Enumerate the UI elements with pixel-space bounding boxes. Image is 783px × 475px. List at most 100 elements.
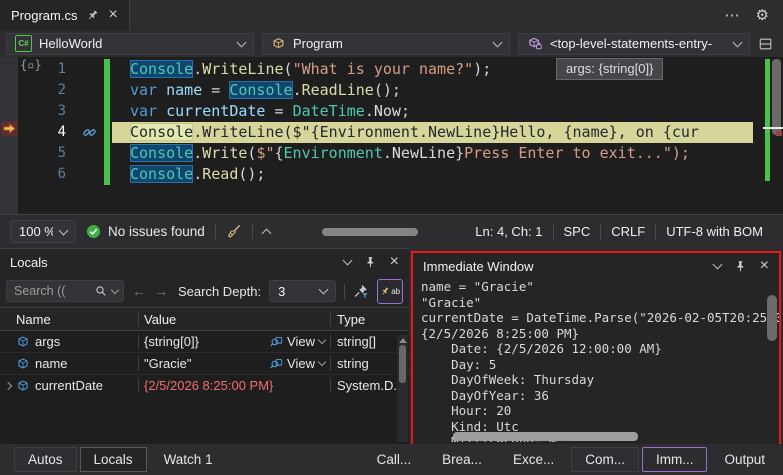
pin-icon[interactable]	[364, 256, 377, 269]
type-dropdown[interactable]: Program	[261, 32, 510, 55]
chevron-down-icon	[318, 284, 329, 295]
close-icon[interactable]: ×	[390, 253, 399, 271]
pin-filter-icon[interactable]	[353, 283, 369, 299]
code-line-1[interactable]: 1 Console.WriteLine("What is your name?")…	[0, 59, 783, 80]
scrollbar-up-arrow[interactable]	[398, 338, 407, 343]
editor-horizontal-scrollbar[interactable]	[322, 228, 418, 236]
window-menu-chevron-icon[interactable]	[712, 259, 723, 270]
variable-icon	[16, 357, 35, 370]
panel-tab-imm[interactable]: Imm...	[641, 447, 708, 472]
immediate-horizontal-scrollbar[interactable]	[453, 432, 638, 441]
locals-title: Locals	[10, 254, 48, 270]
caret-position[interactable]: Ln: 4, Ch: 1	[465, 224, 552, 239]
immediate-vertical-scrollbar[interactable]	[767, 295, 777, 341]
column-header-value[interactable]: Value	[138, 311, 330, 327]
code-editor[interactable]: {▫} 1 Console.WriteLine("What is your nam…	[0, 57, 783, 214]
locals-grid-header[interactable]: Name Value Type	[0, 307, 409, 331]
code-line-5[interactable]: 5 Console.Write($"{Environment.NewLine}Pr…	[0, 143, 783, 164]
scrollbar-thumb[interactable]	[772, 59, 781, 135]
immediate-line: DayOfWeek: Thursday	[421, 372, 595, 387]
locals-empty-area	[0, 394, 409, 444]
immediate-output[interactable]: name = "Gracie" "Gracie" currentDate = Dat…	[413, 279, 779, 442]
code-cleanup-broom-icon[interactable]	[226, 224, 242, 240]
close-icon[interactable]: ×	[760, 257, 769, 275]
variable-icon	[16, 379, 35, 392]
pin-icon[interactable]	[734, 260, 747, 273]
panel-tab-locals[interactable]: Locals	[79, 447, 147, 472]
divider	[344, 283, 346, 299]
gear-icon[interactable]: ⚙	[756, 6, 769, 24]
whitespace-mode[interactable]: SPC	[554, 224, 601, 239]
variable-name: name	[35, 356, 68, 371]
panel-tab-call[interactable]: Call...	[363, 447, 426, 472]
search-box[interactable]	[6, 280, 124, 302]
editor-vertical-scrollbar[interactable]	[763, 57, 783, 214]
view-button[interactable]: View	[269, 334, 330, 349]
variable-value: "Gracie"	[144, 356, 192, 371]
zoom-level: 100 %	[19, 224, 53, 239]
ab-glyph: ab	[391, 286, 401, 296]
project-dropdown[interactable]: C# HelloWorld	[6, 32, 254, 55]
split-window-icon[interactable]	[758, 37, 777, 51]
window-menu-chevron-icon[interactable]	[342, 255, 353, 266]
link-icon[interactable]	[82, 125, 97, 140]
view-label: View	[287, 356, 315, 371]
view-icon	[269, 335, 283, 348]
locals-row[interactable]: name "Gracie" View string	[0, 353, 409, 375]
scrollbar-thumb[interactable]	[399, 345, 406, 383]
collapse-chevron-icon[interactable]	[261, 228, 272, 238]
code-line-2[interactable]: 2 var name = Console.ReadLine();	[0, 80, 783, 101]
panel-tab-autos[interactable]: Autos	[14, 447, 77, 472]
chevron-down-icon	[317, 335, 327, 345]
locals-vertical-scrollbar[interactable]	[397, 335, 408, 442]
panel-tab-watch-1[interactable]: Watch 1	[150, 447, 227, 472]
type-name: Program	[292, 36, 343, 51]
panel-tab-exce[interactable]: Exce...	[499, 447, 568, 472]
search-depth-label: Search Depth:	[178, 283, 262, 299]
more-options-icon[interactable]: ⋯	[725, 6, 740, 24]
back-arrow-icon[interactable]: ←	[132, 283, 146, 299]
panel-tab-output[interactable]: Output	[710, 447, 779, 472]
code-line-3[interactable]: 3 var currentDate = DateTime.Now;	[0, 101, 783, 122]
view-button[interactable]: View	[269, 356, 330, 371]
view-label: View	[287, 334, 315, 349]
code-line-6[interactable]: 6 Console.Read();	[0, 164, 783, 185]
pin-glyph-icon	[380, 286, 390, 297]
locals-row[interactable]: args {string[0]} View string[]	[0, 331, 409, 353]
pinnable-properties-icon[interactable]: ab	[377, 278, 403, 304]
line-number: 3	[57, 103, 66, 119]
panel-tab-brea[interactable]: Brea...	[428, 447, 496, 472]
document-tab[interactable]: Program.cs ×	[0, 0, 130, 30]
zoom-dropdown[interactable]: 100 %	[10, 220, 76, 243]
code-text: var currentDate = DateTime.Now;	[130, 102, 410, 120]
encoding[interactable]: UTF-8 with BOM	[656, 224, 773, 239]
immediate-title-bar[interactable]: Immediate Window ×	[413, 253, 779, 279]
search-input[interactable]	[12, 283, 90, 299]
panel-tab-com[interactable]: Com...	[571, 447, 639, 472]
column-header-type[interactable]: Type	[330, 311, 409, 327]
csharp-project-icon: C#	[15, 35, 32, 52]
member-dropdown[interactable]: <top-level-statements-entry-	[517, 32, 750, 55]
close-icon[interactable]: ×	[108, 7, 117, 23]
code-line-4[interactable]: 4 Console.WriteLine($"{Environment.NewLin…	[0, 122, 783, 143]
line-ending[interactable]: CRLF	[601, 224, 655, 239]
expand-chevron-icon[interactable]	[0, 381, 16, 390]
variable-icon	[16, 335, 35, 348]
variable-value: {2/5/2026 8:25:00 PM}	[144, 378, 274, 393]
code-area: 1 Console.WriteLine("What is your name?")…	[0, 59, 783, 185]
column-header-name[interactable]: Name	[0, 312, 138, 327]
immediate-line: Day: 5	[421, 356, 497, 372]
search-depth-dropdown[interactable]: 3	[269, 280, 337, 302]
chevron-down-icon[interactable]	[110, 285, 120, 294]
datatip[interactable]: args: {string[0]}	[556, 58, 664, 80]
forward-arrow-icon[interactable]: →	[154, 283, 168, 299]
document-tab-strip: Program.cs × ⋯ ⚙	[0, 0, 783, 30]
search-icon[interactable]	[95, 285, 107, 297]
output-tab-group: Call... Brea... Exce... Com... Imm... Output	[363, 447, 779, 472]
search-depth-value: 3	[278, 283, 286, 299]
immediate-title: Immediate Window	[423, 258, 534, 274]
document-tab-title: Program.cs	[11, 7, 78, 23]
issues-indicator[interactable]: No issues found	[86, 224, 205, 239]
pin-icon[interactable]	[84, 6, 102, 24]
locals-title-bar[interactable]: Locals ×	[0, 249, 409, 275]
